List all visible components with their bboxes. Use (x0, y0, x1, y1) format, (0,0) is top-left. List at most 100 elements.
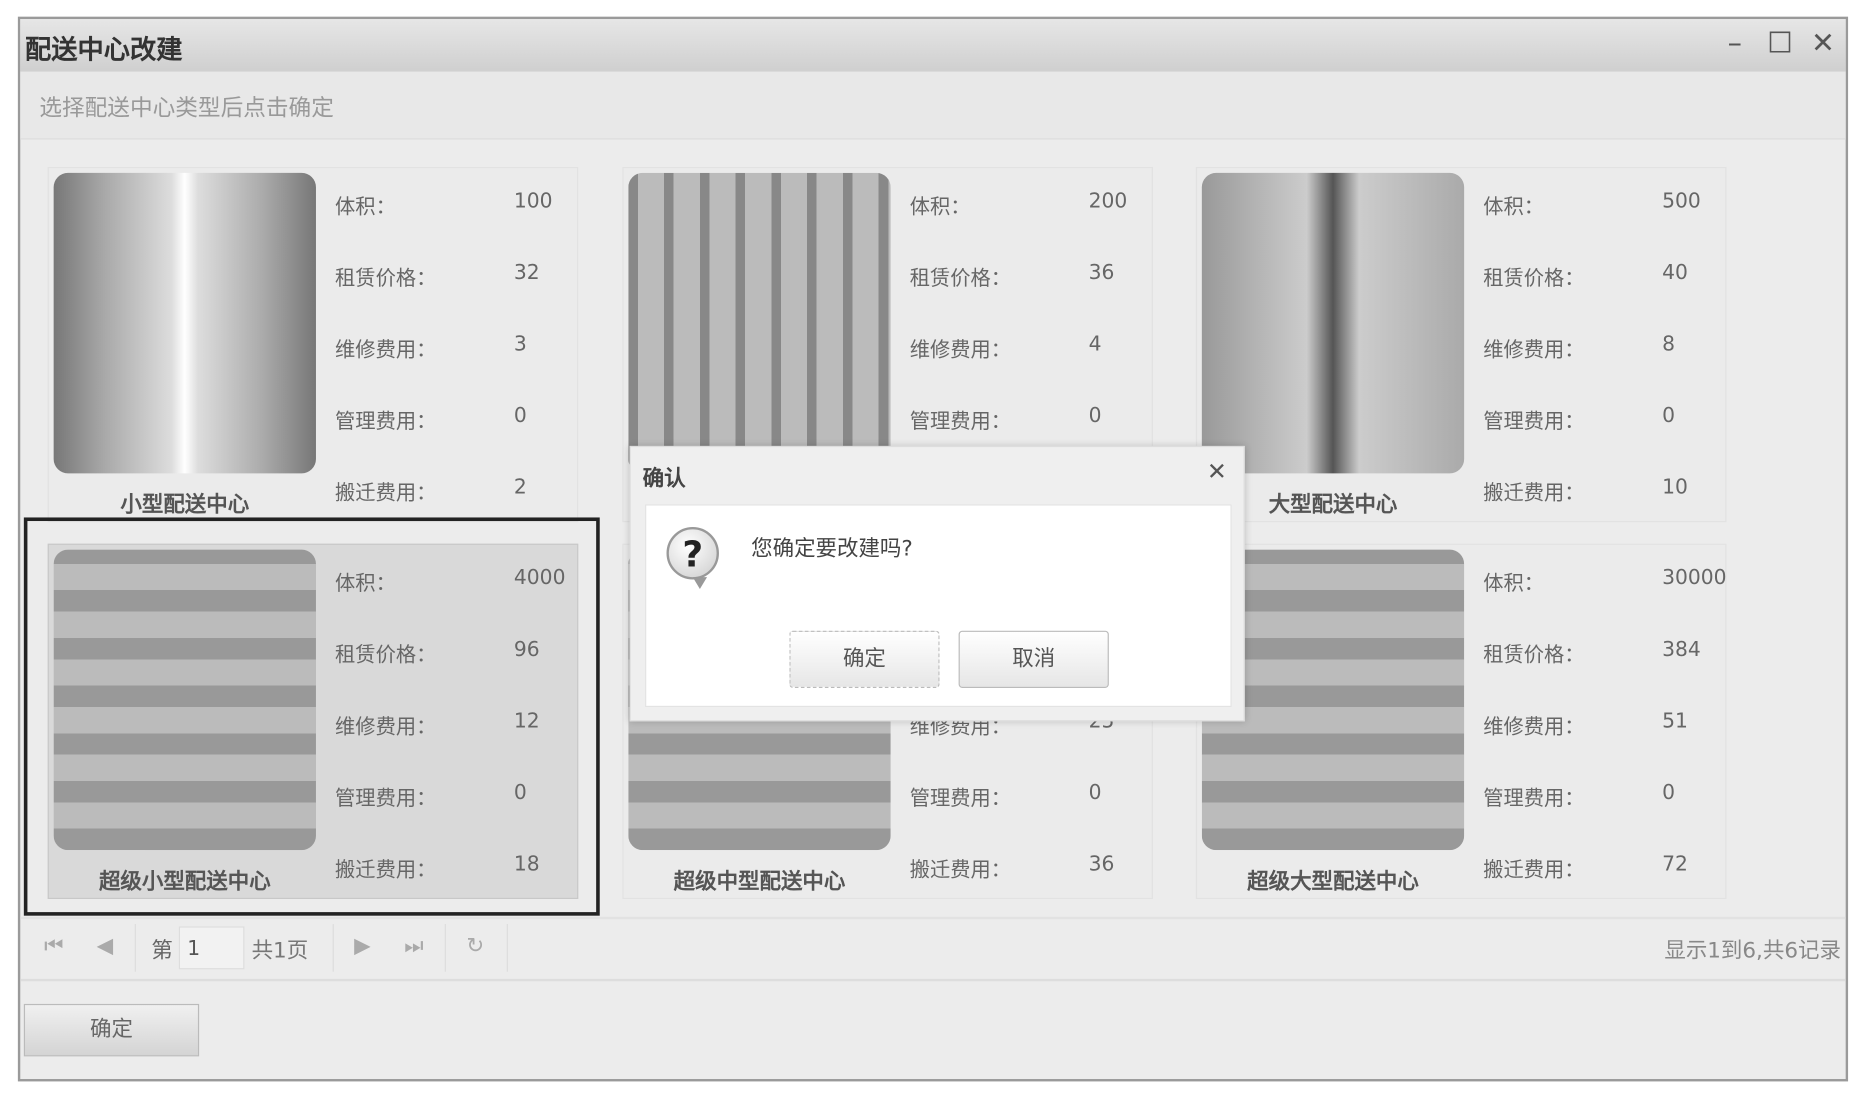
field-value: 72 (1662, 852, 1688, 877)
refresh-icon[interactable]: ↻ (466, 934, 484, 959)
distribution-center-card[interactable]: 小型配送中心 体积： 100 租赁价格： 32 维修费用： 3 管理费用： 0 搬迁费用： 2 (47, 166, 579, 523)
card-field: 租赁价格： 32 (335, 261, 540, 291)
card-name: 超级大型配送中心 (1247, 869, 1419, 895)
field-value: 36 (1088, 261, 1115, 285)
field-label: 搬迁费用： (909, 858, 1012, 883)
field-label: 管理费用： (335, 410, 437, 434)
selected-card-outline (23, 517, 600, 916)
window-title: 配送中心改建 (25, 35, 183, 66)
warehouse-image (53, 172, 316, 474)
field-value: 30000 (1662, 566, 1727, 591)
prev-page-icon[interactable]: ◀ (97, 934, 114, 959)
field-value: 200 (1088, 189, 1128, 214)
card-field: 管理费用： 0 (1483, 404, 1675, 434)
warehouse-image (1201, 172, 1465, 474)
field-value: 36 (1088, 852, 1115, 877)
next-page-icon[interactable]: ▶ (354, 934, 371, 959)
field-value: 8 (1662, 332, 1675, 357)
hint-bar: 选择配送中心类型后点击确定 (20, 71, 1846, 140)
card-field: 搬迁费用： 36 (909, 852, 1115, 883)
distribution-center-card[interactable]: 超级大型配送中心 体积： 30000 租赁价格： 384 维修费用： 51 管理费用： 0 搬迁费… (1195, 543, 1727, 899)
card-field: 维修费用： 3 (335, 333, 527, 363)
card-field: 维修费用： 51 (1483, 709, 1688, 740)
page-prefix: 第 (151, 938, 173, 964)
field-value: 40 (1662, 261, 1688, 285)
field-value: 51 (1662, 709, 1688, 734)
dialog-body: ? 您确定要改建吗? 确定 取消 (645, 504, 1232, 708)
field-label: 搬迁费用： (1483, 858, 1585, 883)
last-page-icon[interactable]: ⏭ (404, 934, 423, 959)
hint-text: 选择配送中心类型后点击确定 (39, 95, 334, 122)
card-name: 超级中型配送中心 (673, 869, 846, 895)
card-field: 搬迁费用： 2 (335, 476, 527, 506)
minimize-icon[interactable]: – (1717, 26, 1753, 59)
card-field: 搬迁费用： 72 (1483, 852, 1688, 883)
field-label: 体积： (1483, 195, 1545, 220)
field-value: 500 (1662, 189, 1701, 214)
card-field: 管理费用： 0 (909, 404, 1102, 434)
card-field: 体积： 100 (335, 190, 553, 220)
pager-summary: 显示1到6,共6记录 (1664, 938, 1841, 964)
card-field: 租赁价格： 40 (1483, 261, 1688, 291)
field-label: 搬迁费用： (335, 481, 437, 506)
close-icon[interactable]: ✕ (1805, 26, 1841, 59)
field-value: 0 (1088, 404, 1102, 429)
field-label: 租赁价格： (335, 267, 437, 291)
field-value: 100 (513, 189, 553, 214)
page-total: 共1页 (251, 938, 309, 964)
page-input[interactable]: 1 (178, 926, 245, 970)
field-value: 32 (513, 261, 540, 285)
dialog-ok-button[interactable]: 确定 (789, 630, 940, 688)
field-value: 4 (1088, 332, 1102, 357)
field-label: 租赁价格： (909, 267, 1012, 291)
title-bar: 配送中心改建 – ☐ ✕ (20, 19, 1846, 73)
field-label: 租赁价格： (1483, 267, 1585, 291)
app-stage: 配送中心改建 – ☐ ✕ 选择配送中心类型后点击确定 小型配送中心 体积： 100 租… (0, 0, 1860, 1104)
field-label: 维修费用： (335, 338, 437, 363)
dialog-title: 确认 (642, 466, 686, 492)
field-value: 0 (1662, 404, 1675, 429)
card-field: 管理费用： 0 (335, 404, 527, 434)
card-name: 小型配送中心 (120, 492, 250, 518)
field-label: 体积： (335, 195, 396, 220)
maximize-icon[interactable]: ☐ (1762, 26, 1798, 59)
card-field: 管理费用： 0 (1483, 781, 1675, 811)
field-label: 维修费用： (909, 338, 1012, 363)
confirm-button[interactable]: 确定 (23, 1003, 200, 1057)
field-label: 维修费用： (1483, 338, 1585, 363)
field-label: 管理费用： (1483, 410, 1585, 434)
field-value: 384 (1662, 637, 1701, 662)
field-label: 管理费用： (909, 786, 1012, 811)
dialog-cancel-button[interactable]: 取消 (958, 630, 1109, 688)
field-label: 体积： (909, 195, 971, 220)
field-value: 0 (1088, 780, 1102, 805)
field-label: 管理费用： (909, 410, 1012, 434)
card-field: 维修费用： 8 (1483, 333, 1675, 363)
question-icon: ? (666, 526, 719, 589)
card-field: 租赁价格： 384 (1483, 638, 1701, 668)
field-value: 10 (1662, 475, 1688, 500)
dialog-close-icon[interactable]: ✕ (1207, 457, 1227, 486)
card-field: 搬迁费用： 10 (1483, 476, 1688, 506)
distribution-center-card[interactable]: 大型配送中心 体积： 500 租赁价格： 40 维修费用： 8 管理费用： 0 搬迁费用： 10 (1195, 166, 1727, 523)
field-label: 搬迁费用： (1483, 481, 1585, 506)
field-value: 0 (1662, 780, 1675, 805)
field-label: 租赁价格： (1483, 643, 1585, 668)
card-field: 体积： 30000 (1483, 566, 1726, 597)
card-field: 管理费用： 0 (909, 781, 1102, 811)
card-field: 租赁价格： 36 (909, 261, 1115, 291)
pager: ⏮ ◀ 第 1 共1页 ▶ ⏭ ↻ 显示1到6,共6记录 (20, 916, 1846, 982)
field-value: 0 (513, 404, 527, 429)
dialog-message: 您确定要改建吗? (751, 536, 913, 562)
card-field: 维修费用： 4 (909, 333, 1102, 363)
field-label: 维修费用： (1483, 715, 1585, 740)
card-field: 体积： 200 (909, 190, 1128, 220)
field-label: 管理费用： (1483, 786, 1585, 811)
first-page-icon[interactable]: ⏮ (44, 934, 63, 959)
confirm-dialog: 确认 ✕ ? 您确定要改建吗? 确定 取消 (629, 445, 1245, 722)
field-label: 体积： (1483, 572, 1545, 597)
card-field: 体积： 500 (1483, 190, 1701, 220)
field-value: 2 (513, 475, 527, 500)
warehouse-image (628, 172, 891, 474)
field-value: 3 (513, 332, 527, 357)
